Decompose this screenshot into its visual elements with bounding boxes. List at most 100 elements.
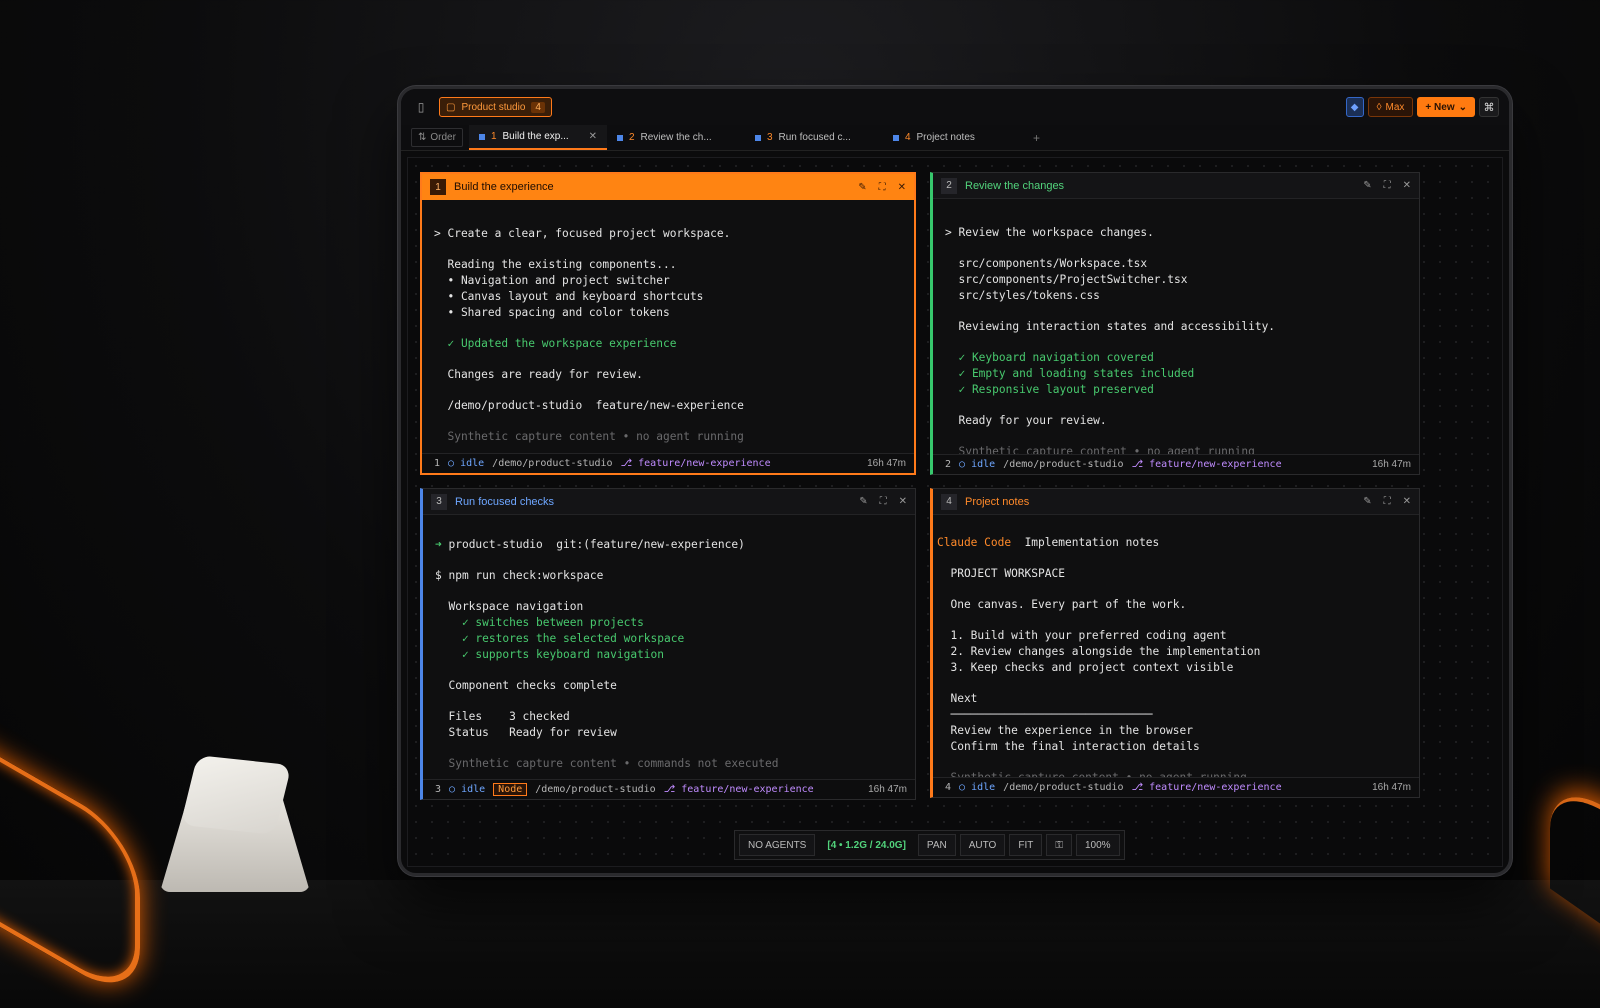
terminal-output: ➜ product-studio git:(feature/new-experi… — [423, 515, 915, 804]
sort-icon: ⇅ — [418, 132, 427, 143]
maximize-icon[interactable]: ⛶ — [1384, 496, 1391, 507]
maximize-icon[interactable]: ⛶ — [879, 182, 886, 193]
footer-branch: ⎇ feature/new-experience — [1131, 459, 1282, 470]
pane-title: Run focused checks — [455, 495, 555, 508]
tab-notes[interactable]: 4 Project notes — [883, 125, 1021, 150]
status-idle: ○ idle — [959, 459, 996, 470]
terminal-line: $ npm run check:workspace — [435, 569, 604, 582]
pane-build[interactable]: 1 Build the experience ✎ ⛶ ✕ > Create a … — [420, 172, 916, 475]
terminal-line: Changes are ready for review. — [434, 368, 643, 381]
command-icon[interactable]: ⌘ — [1479, 97, 1499, 117]
keycap-ornament — [160, 755, 310, 900]
tab-label: Run focused c... — [778, 132, 851, 143]
notification-bell-icon[interactable]: ◆ — [1345, 97, 1364, 117]
terminal-line: Workspace navigation — [435, 600, 584, 613]
terminal-line: • Shared spacing and color tokens — [434, 306, 670, 319]
pane-header: 1 Build the experience ✎ ⛶ ✕ — [422, 174, 914, 200]
pane-title: Project notes — [965, 495, 1030, 508]
close-icon[interactable]: ✕ — [899, 496, 907, 507]
terminal-output: > Review the workspace changes. src/comp… — [933, 199, 1419, 492]
footer-time: 16h 47m — [1372, 782, 1411, 793]
lock-icon[interactable]: ⚿ — [1046, 834, 1072, 856]
terminal-line: ✓ restores the selected workspace — [435, 632, 685, 645]
terminal-line: Synthetic capture content • commands not… — [435, 757, 779, 770]
pan-button[interactable]: PAN — [917, 834, 956, 856]
terminal-line: Reading the existing components... — [434, 258, 677, 271]
close-icon[interactable]: ✕ — [589, 131, 597, 142]
maximize-icon[interactable]: ⛶ — [1384, 180, 1391, 191]
zoom-level[interactable]: 100% — [1075, 834, 1120, 856]
footer-number: 4 — [945, 782, 952, 793]
tab-label: Project notes — [916, 132, 975, 143]
terminal-line: Synthetic capture content • no agent run… — [434, 430, 744, 443]
footer-number: 3 — [435, 784, 442, 795]
tab-number: 1 — [490, 131, 497, 142]
pane-header: 3 Run focused checks ✎ ⛶ ✕ — [423, 489, 915, 515]
terminal-line: ✓ Keyboard navigation covered — [945, 351, 1154, 364]
new-button[interactable]: + New ⌄ — [1417, 97, 1475, 117]
tab-square-icon — [478, 133, 485, 140]
terminal-line: Ready for your review. — [945, 414, 1107, 427]
pane-number: 3 — [431, 493, 447, 510]
notes-output: Claude Code Implementation notes PROJECT… — [933, 515, 1419, 818]
tab-bar: ⇅ Order 1 Build the exp... ✕ 2 Review th… — [401, 125, 1509, 151]
order-button[interactable]: ⇅ Order — [411, 128, 463, 147]
footer-branch: ⎇ feature/new-experience — [620, 458, 771, 469]
pane-review[interactable]: 2 Review the changes ✎ ⛶ ✕ > Review the … — [930, 172, 1420, 475]
footer-path: /demo/product-studio — [535, 784, 656, 795]
tab-number: 4 — [904, 132, 911, 143]
sidebar-toggle-icon[interactable]: ▯ — [411, 97, 431, 117]
tab-label: Build the exp... — [502, 131, 569, 142]
terminal-line: ➜ product-studio git:(feature/new-experi… — [435, 538, 745, 551]
terminal-line: > Create a clear, focused project worksp… — [434, 227, 731, 240]
pane-header: 4 Project notes ✎ ⛶ ✕ — [933, 489, 1419, 515]
tab-checks[interactable]: 3 Run focused c... — [745, 125, 883, 150]
notes-line: Review the experience in the browser — [937, 724, 1193, 737]
workspace-canvas[interactable]: 1 Build the experience ✎ ⛶ ✕ > Create a … — [407, 157, 1503, 867]
terminal-line: ✓ Empty and loading states included — [945, 367, 1195, 380]
notes-line: PROJECT WORKSPACE — [937, 567, 1065, 580]
flame-icon: ◊ — [1376, 101, 1382, 113]
status-idle: ○ idle — [448, 458, 485, 469]
pane-number: 2 — [941, 177, 957, 194]
max-button[interactable]: ◊ Max — [1367, 97, 1414, 117]
pin-icon[interactable]: ✎ — [859, 496, 867, 507]
maximize-icon[interactable]: ⛶ — [880, 496, 887, 507]
pane-footer: 2 ○ idle /demo/product-studio ⎇ feature/… — [933, 454, 1419, 474]
app-window: ▯ ▢ Product studio 4 ◆ ◊ Max + New ⌄ ⌘ ⇅… — [398, 86, 1512, 876]
terminal-line: src/styles/tokens.css — [945, 289, 1100, 302]
pane-footer: 4 ○ idle /demo/product-studio ⎇ feature/… — [933, 777, 1419, 797]
tab-number: 2 — [628, 132, 635, 143]
tab-build[interactable]: 1 Build the exp... ✕ — [468, 125, 607, 150]
pin-icon[interactable]: ✎ — [1363, 496, 1371, 507]
tab-review[interactable]: 2 Review the ch... — [607, 125, 745, 150]
pin-icon[interactable]: ✎ — [858, 182, 866, 193]
auto-button[interactable]: AUTO — [959, 834, 1006, 856]
terminal-line: ✓ switches between projects — [435, 616, 644, 629]
notes-line: One canvas. Every part of the work. — [937, 598, 1187, 611]
pin-icon[interactable]: ✎ — [1363, 180, 1371, 191]
footer-time: 16h 47m — [1372, 459, 1411, 470]
close-icon[interactable]: ✕ — [1403, 496, 1411, 507]
terminal-line: src/components/Workspace.tsx — [945, 257, 1148, 270]
terminal-line: > Review the workspace changes. — [945, 226, 1154, 239]
terminal-line: ✓ Updated the workspace experience — [434, 337, 677, 350]
pane-footer: 3 ○ idle Node /demo/product-studio ⎇ fea… — [423, 779, 915, 799]
footer-branch: ⎇ feature/new-experience — [663, 784, 814, 795]
pane-checks[interactable]: 3 Run focused checks ✎ ⛶ ✕ ➜ product-stu… — [420, 488, 916, 800]
tab-square-icon — [754, 134, 761, 141]
fit-button[interactable]: FIT — [1009, 834, 1043, 856]
pane-footer: 1 ○ idle /demo/product-studio ⎇ feature/… — [422, 453, 914, 473]
close-icon[interactable]: ✕ — [1403, 180, 1411, 191]
footer-path: /demo/product-studio — [492, 458, 613, 469]
pane-header: 2 Review the changes ✎ ⛶ ✕ — [933, 173, 1419, 199]
add-tab-icon[interactable]: + — [1021, 125, 1052, 150]
close-icon[interactable]: ✕ — [898, 182, 906, 193]
project-name: Product studio — [461, 101, 526, 113]
tab-number: 3 — [766, 132, 773, 143]
pane-notes[interactable]: 4 Project notes ✎ ⛶ ✕ Claude Code Implem… — [930, 488, 1420, 798]
project-switcher[interactable]: ▢ Product studio 4 — [439, 97, 552, 117]
notes-line: Confirm the final interaction details — [937, 740, 1200, 753]
notes-line: 2. Review changes alongside the implemen… — [937, 645, 1261, 658]
project-count-badge: 4 — [531, 101, 545, 113]
